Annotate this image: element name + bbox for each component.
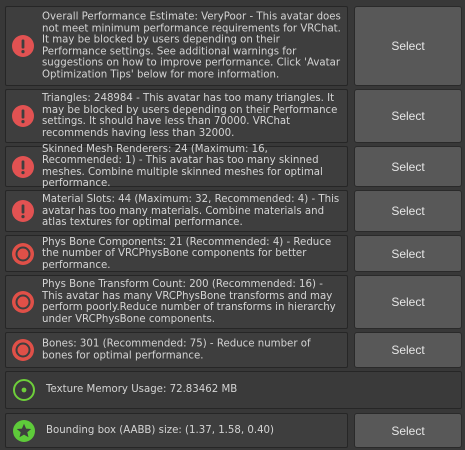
message-text: Bounding box (AABB) size: (1.37, 1.58, 0… [46,424,275,436]
message-text: Overall Performance Estimate: VeryPoor -… [42,11,341,81]
error-icon [11,155,35,179]
select-button-bones[interactable]: Select [354,332,462,368]
message-text: Triangles: 248984 - This avatar has too … [42,93,338,139]
select-button-overall-performance[interactable]: Select [354,6,462,86]
validation-message-texture-memory: Texture Memory Usage: 72.83462 MB [5,371,462,409]
poor-performance-icon [11,242,35,266]
select-button-bounding-box[interactable]: Select [354,413,462,448]
validation-message-bones: Bones: 301 (Recommended: 75) - Reduce nu… [5,332,348,368]
message-text: Skinned Mesh Renderers: 24 (Maximum: 16,… [42,143,323,190]
error-icon [11,104,35,128]
select-button-material-slots[interactable]: Select [354,190,462,232]
message-text: Phys Bone Components: 21 (Recommended: 4… [42,236,332,271]
good-performance-icon [12,378,36,402]
select-button-phys-bone-components[interactable]: Select [354,235,462,272]
select-button-phys-bone-transform-count[interactable]: Select [354,275,462,329]
excellent-performance-star-icon [12,419,36,443]
error-icon [11,199,35,223]
message-text: Phys Bone Transform Count: 200 (Recommen… [42,279,336,325]
validation-message-skinned-mesh-renderers: Skinned Mesh Renderers: 24 (Maximum: 16,… [5,143,348,190]
poor-performance-icon [11,290,35,314]
select-button-triangles[interactable]: Select [354,89,462,143]
error-icon [11,34,35,58]
select-button-skinned-mesh-renderers[interactable]: Select [354,146,462,187]
validation-message-phys-bone-components: Phys Bone Components: 21 (Recommended: 4… [5,235,348,272]
validation-message-bounding-box: Bounding box (AABB) size: (1.37, 1.58, 0… [5,413,348,448]
poor-performance-icon [11,338,35,362]
message-text: Texture Memory Usage: 72.83462 MB [46,384,238,395]
validation-message-material-slots: Material Slots: 44 (Maximum: 32, Recomme… [5,190,348,232]
validation-messages-panel: Overall Performance Estimate: VeryPoor -… [0,0,465,450]
message-text: Material Slots: 44 (Maximum: 32, Recomme… [42,193,340,228]
validation-message-overall-performance: Overall Performance Estimate: VeryPoor -… [5,6,348,86]
message-text: Bones: 301 (Recommended: 75) - Reduce nu… [42,338,311,362]
validation-message-phys-bone-transform-count: Phys Bone Transform Count: 200 (Recommen… [5,275,348,329]
validation-message-triangles: Triangles: 248984 - This avatar has too … [5,89,348,143]
